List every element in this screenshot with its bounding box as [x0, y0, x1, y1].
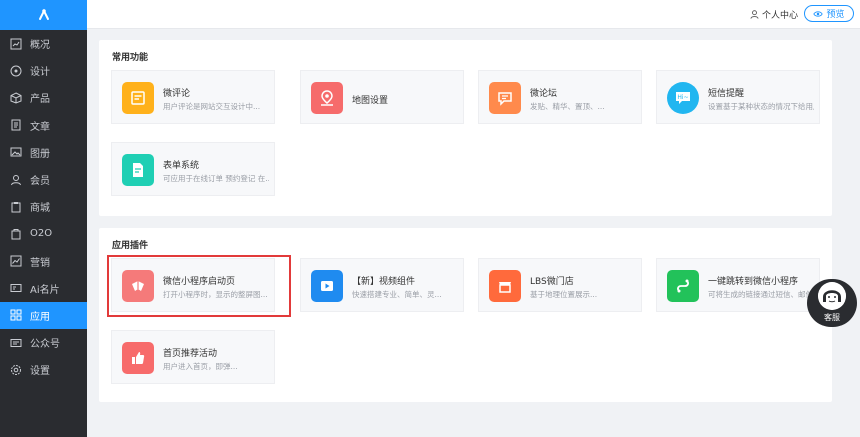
customer-service-button[interactable]: 客服 — [807, 279, 857, 327]
sms-icon: Hi~ — [667, 82, 699, 114]
gear-icon — [9, 363, 23, 377]
sidebar-item-ai-card[interactable]: Ai名片 — [0, 275, 87, 302]
sidebar-item-label: 概况 — [30, 40, 50, 52]
service-label: 客服 — [824, 313, 840, 322]
sidebar-item-mall[interactable]: 商城 — [0, 193, 87, 220]
app-card-form-system[interactable]: 表单系统 可应用于在线订单 预约登记 在... — [111, 142, 275, 196]
card-description: 用户评论是网站交互设计中... — [163, 102, 261, 111]
card-title: LBS微门店 — [530, 277, 574, 287]
sidebar-item-label: 设计 — [30, 67, 50, 79]
card-description: 设置基于某种状态的情况下给用户 — [708, 102, 814, 111]
form-icon — [122, 154, 154, 186]
sidebar-item-label: O2O — [30, 228, 53, 240]
sidebar-item-o2o[interactable]: O2O — [0, 220, 87, 247]
app-card-sms-reminder[interactable]: Hi~ 短信提醒 设置基于某种状态的情况下给用户 — [656, 70, 820, 124]
video-icon — [311, 270, 343, 302]
preview-button[interactable]: 预览 — [804, 5, 854, 22]
card-title: 【新】视频组件 — [352, 277, 416, 287]
grid-icon — [9, 308, 23, 322]
sidebar-item-label: 营销 — [30, 257, 50, 269]
app-card-lbs-store[interactable]: LBS微门店 基于地理位置展示... — [478, 258, 642, 312]
card-description: 用户进入首页，即弹... — [163, 362, 238, 371]
common-functions-panel: 常用功能 微评论 用户评论是网站交互设计中... 地图设置 微论坛 发贴、精华、… — [99, 40, 832, 216]
sidebar-nav: 概况 设计 产品 文章 图册 会员 商城 O2O 营销 Ai名片 应用 公众号 … — [0, 30, 87, 383]
document-icon — [9, 118, 23, 132]
section-title: 应用插件 — [112, 241, 149, 251]
sidebar-item-marketing[interactable]: 营销 — [0, 248, 87, 275]
eye-icon — [813, 10, 824, 17]
palette-icon — [9, 64, 23, 78]
sidebar-item-label: 产品 — [30, 94, 50, 106]
clipboard-icon — [9, 200, 23, 214]
card-icon — [9, 281, 23, 295]
card-title: 一键跳转到微信小程序 — [708, 277, 799, 287]
miniapp-jump-icon — [667, 270, 699, 302]
section-title: 常用功能 — [112, 53, 149, 63]
card-title: 首页推荐活动 — [163, 349, 218, 359]
app-card-homepage-promo[interactable]: 首页推荐活动 用户进入首页，即弹... — [111, 330, 275, 384]
user-center-link[interactable]: 个人中心 — [750, 8, 798, 21]
logo-icon — [38, 8, 49, 20]
box-icon — [9, 91, 23, 105]
sidebar-item-albums[interactable]: 图册 — [0, 139, 87, 166]
preview-label: 预览 — [826, 10, 845, 20]
sidebar-item-products[interactable]: 产品 — [0, 84, 87, 111]
sidebar-item-articles[interactable]: 文章 — [0, 112, 87, 139]
card-description: 可将生成的链接通过短信、邮件 — [708, 290, 813, 299]
svg-text:Hi~: Hi~ — [677, 94, 688, 101]
sidebar-item-label: 设置 — [30, 366, 50, 378]
selection-highlight — [107, 255, 291, 317]
card-description: 快速搭建专业、简单、灵... — [352, 290, 442, 299]
card-title: 微评论 — [163, 89, 191, 99]
sidebar-item-overview[interactable]: 概况 — [0, 30, 87, 57]
sidebar-item-official-account[interactable]: 公众号 — [0, 329, 87, 356]
sidebar-item-apps[interactable]: 应用 — [0, 301, 87, 330]
app-card-comment[interactable]: 微评论 用户评论是网站交互设计中... — [111, 70, 275, 124]
card-description: 发贴、精华、置顶、... — [530, 102, 605, 111]
sidebar-item-label: Ai名片 — [30, 284, 60, 296]
app-logo[interactable] — [0, 0, 87, 30]
sidebar-item-design[interactable]: 设计 — [0, 57, 87, 84]
card-description: 基于地理位置展示... — [530, 290, 598, 299]
card-title: 微论坛 — [530, 89, 558, 99]
user-icon — [9, 173, 23, 187]
app-card-forum[interactable]: 微论坛 发贴、精华、置顶、... — [478, 70, 642, 124]
trend-icon — [9, 254, 23, 268]
top-bar: 个人中心 预览 — [87, 0, 860, 29]
thumbs-up-icon — [122, 342, 154, 374]
sidebar-item-label: 图册 — [30, 148, 50, 160]
card-title: 地图设置 — [352, 96, 389, 106]
sidebar: 概况 设计 产品 文章 图册 会员 商城 O2O 营销 Ai名片 应用 公众号 … — [0, 0, 87, 437]
sidebar-item-members[interactable]: 会员 — [0, 166, 87, 193]
forum-icon — [489, 82, 521, 114]
sidebar-item-label: 商城 — [30, 203, 50, 215]
service-avatar-icon — [818, 282, 846, 310]
app-card-jump-to-miniapp[interactable]: 一键跳转到微信小程序 可将生成的链接通过短信、邮件 — [656, 258, 820, 312]
card-title: 短信提醒 — [708, 89, 745, 99]
image-icon — [9, 145, 23, 159]
store-icon — [9, 227, 23, 241]
user-center-label: 个人中心 — [761, 11, 798, 21]
map-pin-icon — [311, 82, 343, 114]
sidebar-item-label: 应用 — [30, 311, 50, 323]
sidebar-item-label: 公众号 — [30, 339, 60, 351]
sidebar-item-label: 文章 — [30, 121, 50, 133]
id-icon — [9, 336, 23, 350]
card-title: 表单系统 — [163, 161, 200, 171]
sidebar-item-settings[interactable]: 设置 — [0, 356, 87, 383]
app-card-map-settings[interactable]: 地图设置 — [300, 70, 464, 124]
user-icon — [750, 10, 759, 19]
app-card-video-component[interactable]: 【新】视频组件 快速搭建专业、简单、灵... — [300, 258, 464, 312]
chart-icon — [9, 37, 23, 51]
shop-icon — [489, 270, 521, 302]
comment-icon — [122, 82, 154, 114]
card-description: 可应用于在线订单 预约登记 在... — [163, 174, 269, 183]
sidebar-item-label: 会员 — [30, 176, 50, 188]
